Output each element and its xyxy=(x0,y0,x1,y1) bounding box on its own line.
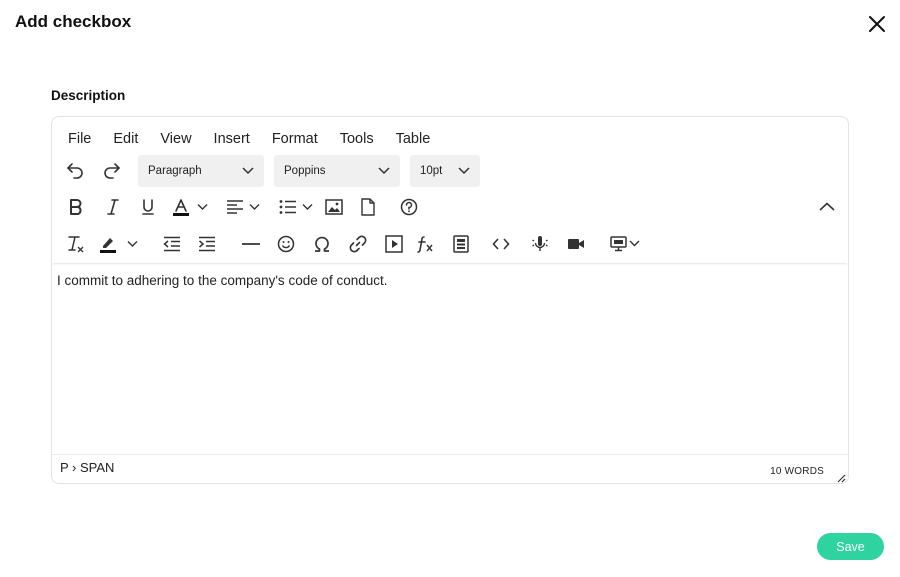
chevron-down-icon xyxy=(302,204,312,210)
insert-template-button[interactable] xyxy=(450,233,472,255)
chevron-up-icon xyxy=(819,202,835,211)
bold-icon xyxy=(70,199,82,215)
bullet-list-icon xyxy=(279,200,296,214)
text-color-menu[interactable] xyxy=(195,196,209,218)
clear-formatting-button[interactable] xyxy=(65,233,87,255)
template-icon xyxy=(453,235,469,253)
voice-input-button[interactable] xyxy=(529,233,551,255)
omega-icon xyxy=(315,236,329,252)
italic-button[interactable] xyxy=(102,196,124,218)
description-label: Description xyxy=(51,88,126,103)
chevron-down-icon xyxy=(197,204,207,210)
clear-formatting-icon xyxy=(68,236,84,253)
highlight-color-button[interactable] xyxy=(96,233,120,255)
close-button[interactable] xyxy=(864,11,890,37)
block-format-value: Paragraph xyxy=(148,165,202,177)
chevron-down-icon xyxy=(378,167,390,175)
screen-share-button[interactable] xyxy=(609,233,643,255)
editor-menubar: File Edit View Insert Format Tools Table xyxy=(52,129,436,149)
redo-button[interactable] xyxy=(101,159,123,181)
chevron-down-icon xyxy=(458,167,470,175)
italic-icon xyxy=(107,199,119,215)
menu-insert[interactable]: Insert xyxy=(214,129,250,149)
horizontal-line-icon xyxy=(242,243,260,245)
save-button[interactable]: Save xyxy=(817,533,884,560)
editor-content[interactable]: I commit to adhering to the company's co… xyxy=(57,273,388,288)
media-icon xyxy=(385,235,403,253)
chevron-down-icon xyxy=(242,167,254,175)
link-icon xyxy=(349,235,367,253)
indent-icon xyxy=(199,236,215,252)
menu-view[interactable]: View xyxy=(160,129,191,149)
microphone-icon xyxy=(532,236,548,251)
bullet-list-menu[interactable] xyxy=(300,196,314,218)
emoji-button[interactable] xyxy=(275,233,297,255)
insert-media-button[interactable] xyxy=(383,233,405,255)
bold-button[interactable] xyxy=(65,196,87,218)
highlight-icon xyxy=(100,238,116,253)
image-icon xyxy=(325,199,343,215)
chevron-down-icon xyxy=(127,241,137,247)
code-icon xyxy=(492,238,510,250)
align-button[interactable] xyxy=(224,196,246,218)
resize-handle-icon[interactable] xyxy=(836,473,846,483)
insert-link-button[interactable] xyxy=(347,233,369,255)
undo-button[interactable] xyxy=(64,159,86,181)
font-size-select[interactable]: 10pt xyxy=(410,155,480,187)
text-color-icon xyxy=(173,199,189,216)
menu-format[interactable]: Format xyxy=(272,129,318,149)
special-character-button[interactable] xyxy=(311,233,333,255)
indent-button[interactable] xyxy=(196,233,218,255)
redo-icon xyxy=(104,163,120,179)
align-left-icon xyxy=(227,200,243,214)
font-family-value: Poppins xyxy=(284,165,326,177)
font-family-select[interactable]: Poppins xyxy=(274,155,400,187)
help-button[interactable] xyxy=(398,196,420,218)
formula-icon xyxy=(417,236,433,253)
collapse-toolbar-button[interactable] xyxy=(816,196,838,218)
text-color-button[interactable] xyxy=(169,196,193,218)
block-format-select[interactable]: Paragraph xyxy=(138,155,264,187)
insert-formula-button[interactable] xyxy=(413,233,437,255)
chevron-down-icon xyxy=(249,204,259,210)
emoji-icon xyxy=(277,235,295,253)
underline-icon xyxy=(142,199,154,215)
outdent-icon xyxy=(163,236,180,252)
dialog-title: Add checkbox xyxy=(15,12,132,31)
underline-button[interactable] xyxy=(137,196,159,218)
insert-image-button[interactable] xyxy=(323,196,345,218)
insert-document-button[interactable] xyxy=(357,196,379,218)
close-icon xyxy=(869,16,885,32)
editor-toolbar-area: File Edit View Insert Format Tools Table… xyxy=(52,117,848,263)
rich-text-editor: File Edit View Insert Format Tools Table… xyxy=(51,116,849,484)
menu-edit[interactable]: Edit xyxy=(113,129,138,149)
bullet-list-button[interactable] xyxy=(277,196,299,218)
horizontal-line-button[interactable] xyxy=(239,233,263,255)
highlight-color-menu[interactable] xyxy=(125,233,139,255)
undo-icon xyxy=(67,163,83,179)
document-icon xyxy=(361,198,375,216)
screen-share-icon xyxy=(610,236,640,252)
menu-tools[interactable]: Tools xyxy=(340,129,374,149)
help-icon xyxy=(400,198,418,216)
element-path[interactable]: P › SPAN xyxy=(60,460,114,475)
outdent-button[interactable] xyxy=(161,233,183,255)
align-menu[interactable] xyxy=(247,196,261,218)
font-size-value: 10pt xyxy=(420,165,443,177)
video-record-button[interactable] xyxy=(565,233,587,255)
menu-file[interactable]: File xyxy=(68,129,91,149)
video-camera-icon xyxy=(568,239,584,249)
word-count[interactable]: 10 WORDS xyxy=(770,466,824,477)
source-code-button[interactable] xyxy=(490,233,512,255)
editor-statusbar: P › SPAN 10 WORDS xyxy=(52,454,848,483)
menu-table[interactable]: Table xyxy=(396,129,431,149)
